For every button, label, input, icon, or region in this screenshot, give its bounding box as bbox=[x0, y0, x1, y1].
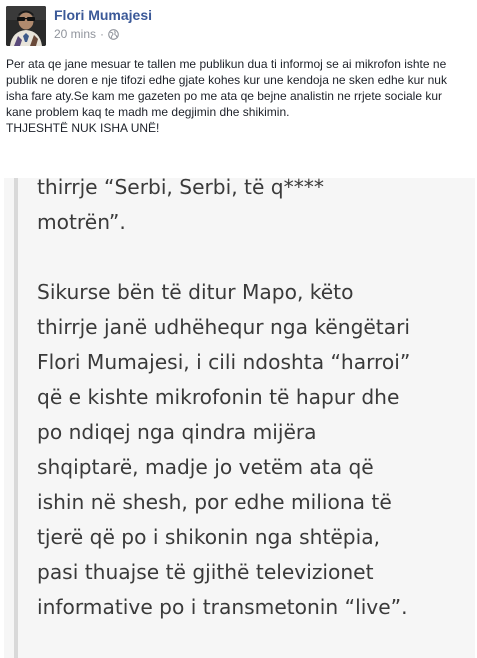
article-screenshot[interactable]: thirrje “Serbi, Serbi, të q**** motrën”.… bbox=[4, 178, 475, 658]
article-line: motrën”. bbox=[37, 210, 126, 234]
article-line: po ndiqej nga qindra mijëra bbox=[37, 420, 317, 444]
globe-icon[interactable] bbox=[108, 28, 119, 40]
author-avatar[interactable] bbox=[6, 6, 46, 46]
post-message-body: Per ata qe jane mesuar te tallen me publ… bbox=[6, 57, 447, 119]
post-message-emphasis: THJESHTË NUK ISHA UNË! bbox=[6, 121, 160, 135]
meta-separator: · bbox=[100, 27, 105, 41]
article-line: pasi thuajse të gjithë televizionet bbox=[37, 560, 374, 584]
post-meta: 20 mins · bbox=[54, 27, 119, 41]
article-line: që e kishte mikrofonin të hapur dhe bbox=[37, 385, 400, 409]
article-line: thirrje “Serbi, Serbi, të q**** bbox=[37, 178, 324, 199]
article-text: thirrje “Serbi, Serbi, të q**** motrën”.… bbox=[37, 178, 469, 625]
article-line: thirrje janë udhëhequr nga këngëtari bbox=[37, 315, 410, 339]
post-timestamp[interactable]: 20 mins bbox=[54, 27, 96, 41]
author-name[interactable]: Flori Mumajesi bbox=[54, 7, 152, 23]
quote-bar bbox=[14, 178, 18, 658]
article-line: ishin në shesh, por edhe miliona të bbox=[37, 490, 392, 514]
article-line: informative po i transmetonin “live”. bbox=[37, 595, 408, 619]
article-line: tjerë që po i shikonin nga shtëpia, bbox=[37, 525, 381, 549]
avatar-photo bbox=[6, 6, 46, 46]
article-line: Sikurse bën të ditur Mapo, këto bbox=[37, 280, 354, 304]
post-message: Per ata qe jane mesuar te tallen me publ… bbox=[6, 56, 471, 136]
article-line: Flori Mumajesi, i cili ndoshta “harroi” bbox=[37, 350, 411, 374]
post-header: Flori Mumajesi 20 mins · bbox=[6, 6, 471, 48]
article-line: shqiptarë, madje jo vetëm ata që bbox=[37, 455, 374, 479]
